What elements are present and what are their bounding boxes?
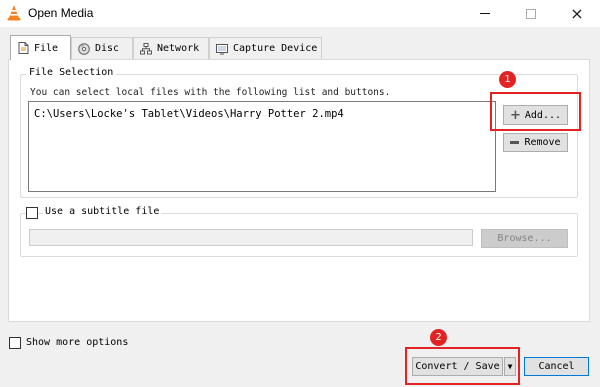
file-icon bbox=[17, 42, 29, 54]
tab-network[interactable]: Network bbox=[133, 37, 209, 59]
close-button[interactable]: × bbox=[554, 0, 600, 27]
network-icon bbox=[140, 42, 152, 55]
maximize-button[interactable] bbox=[508, 0, 554, 27]
show-more-options-label: Show more options bbox=[26, 337, 129, 348]
step-badge-2: 2 bbox=[430, 329, 447, 346]
tab-network-label: Network bbox=[157, 43, 200, 54]
file-selection-hint: You can select local files with the foll… bbox=[30, 87, 391, 98]
window-title: Open Media bbox=[28, 6, 94, 20]
tab-file[interactable]: File bbox=[10, 35, 71, 60]
highlight-box-convert bbox=[405, 347, 520, 385]
close-icon: × bbox=[570, 4, 584, 23]
maximize-icon bbox=[526, 8, 536, 19]
list-item[interactable]: C:\Users\Locke's Tablet\Videos\Harry Pot… bbox=[34, 108, 344, 120]
step-badge-1: 1 bbox=[499, 71, 516, 88]
remove-button[interactable]: Remove bbox=[503, 133, 568, 152]
tab-disc-label: Disc bbox=[95, 43, 120, 54]
subtitle-checkbox[interactable] bbox=[26, 207, 38, 219]
tab-disc[interactable]: Disc bbox=[71, 37, 133, 59]
minimize-icon bbox=[480, 13, 490, 14]
minus-icon bbox=[510, 141, 520, 144]
remove-button-label: Remove bbox=[524, 137, 561, 148]
subtitle-file-input bbox=[29, 229, 473, 246]
highlight-box-add bbox=[490, 92, 581, 131]
file-selection-title: File Selection bbox=[26, 67, 117, 78]
browse-button: Browse... bbox=[481, 229, 568, 248]
subtitle-checkbox-label: Use a subtitle file bbox=[43, 206, 162, 217]
minimize-button[interactable] bbox=[462, 0, 508, 27]
vlc-cone-icon bbox=[7, 5, 21, 21]
file-list[interactable]: C:\Users\Locke's Tablet\Videos\Harry Pot… bbox=[28, 101, 496, 192]
tab-capture-device-label: Capture Device bbox=[233, 43, 318, 54]
show-more-options-checkbox[interactable] bbox=[9, 337, 21, 349]
disc-icon bbox=[78, 42, 90, 55]
cancel-button[interactable]: Cancel bbox=[524, 357, 589, 376]
tab-capture-device[interactable]: Capture Device bbox=[209, 37, 322, 59]
capture-device-icon bbox=[216, 43, 228, 55]
title-bar: Open Media × bbox=[0, 0, 600, 27]
tab-file-label: File bbox=[34, 42, 59, 54]
